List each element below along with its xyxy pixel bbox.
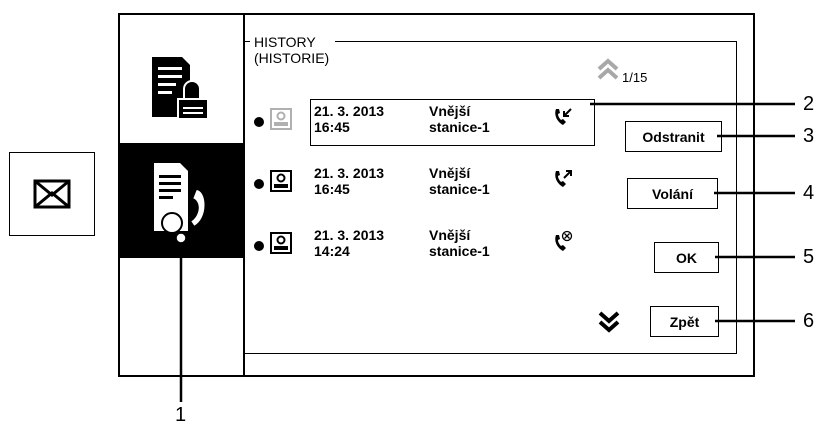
callout-3: 3 bbox=[803, 125, 815, 147]
callout-2: 2 bbox=[803, 93, 815, 115]
callout-6: 6 bbox=[803, 310, 815, 332]
callout-1: 1 bbox=[175, 404, 187, 426]
callout-1-dot bbox=[175, 232, 187, 244]
callout-4: 4 bbox=[803, 182, 815, 204]
callout-5: 5 bbox=[803, 246, 815, 268]
callout-lines bbox=[175, 102, 795, 402]
